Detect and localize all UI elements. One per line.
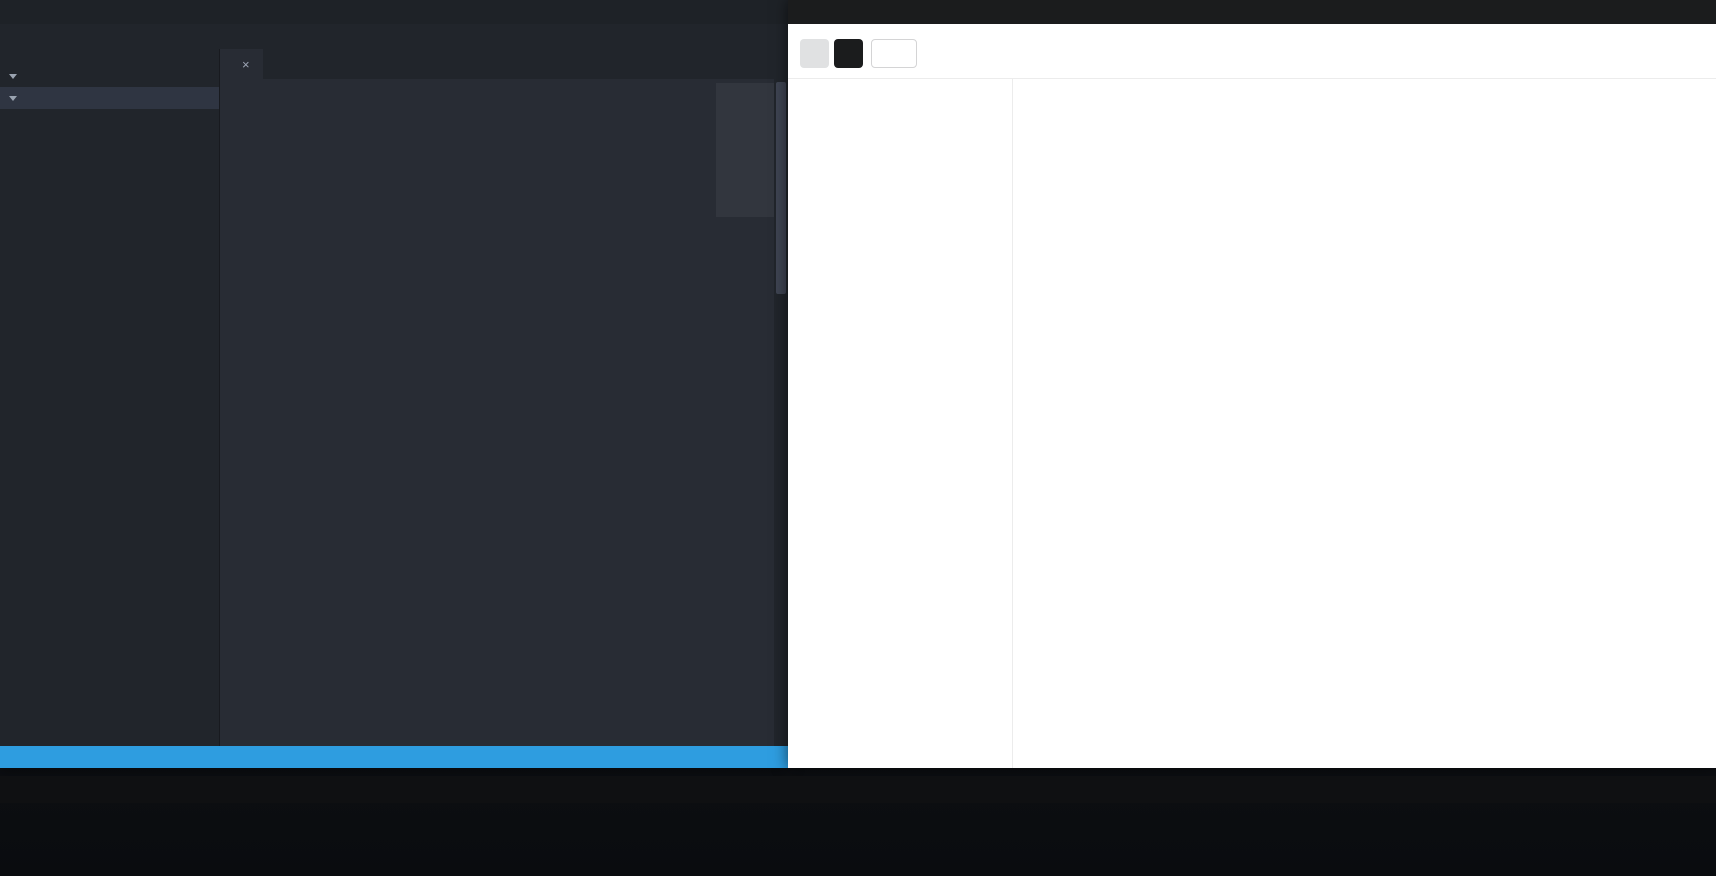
file-manager-window <box>788 0 1716 768</box>
close-icon <box>1690 8 1699 17</box>
file-icon <box>705 751 718 764</box>
list-view-button[interactable] <box>1671 46 1704 61</box>
fm-filelist <box>1013 79 1716 768</box>
line-numbers <box>220 83 272 746</box>
file-manager-window-controls <box>1624 1 1708 23</box>
minimize-icon <box>1634 8 1643 17</box>
fm-sidebar <box>788 79 1013 768</box>
notepad-statusbar <box>0 746 788 768</box>
statusbar-right <box>705 751 778 764</box>
code-editor[interactable] <box>220 79 788 746</box>
chevron-down-icon <box>1572 48 1584 60</box>
folder-icon <box>883 47 897 61</box>
dark-mode-toggle[interactable] <box>834 39 863 68</box>
grid-icon <box>1642 46 1657 61</box>
breadcrumb[interactable] <box>871 39 917 68</box>
close-button[interactable] <box>752 1 780 23</box>
close-icon <box>762 8 771 17</box>
editor-scrollbar[interactable] <box>774 79 788 746</box>
maximize-button[interactable] <box>1652 1 1680 23</box>
grid-view-button[interactable] <box>1633 46 1666 61</box>
maximize-icon <box>1662 8 1671 17</box>
app-launcher-button[interactable] <box>8 776 44 803</box>
minimize-button[interactable] <box>1624 1 1652 23</box>
chevron-down-icon <box>9 95 17 101</box>
apps-grid-icon <box>19 783 33 797</box>
notepada-logo-icon <box>8 5 23 20</box>
file-manager-logo-icon <box>796 5 811 20</box>
restore-button[interactable] <box>724 1 752 23</box>
restore-icon <box>734 8 743 17</box>
moon-icon <box>841 46 856 61</box>
notepad-sidebar <box>0 49 220 746</box>
sidebar-heading <box>0 49 219 65</box>
minimize-button[interactable] <box>696 1 724 23</box>
notepad-menubar <box>0 24 788 49</box>
tab-close-icon[interactable]: × <box>242 57 250 72</box>
minimap-viewport <box>716 83 774 217</box>
file-manager-titlebar <box>788 0 1716 24</box>
status-file <box>705 751 724 764</box>
chevron-down-icon <box>9 73 17 79</box>
close-button[interactable] <box>1680 1 1708 23</box>
scrollbar-thumb[interactable] <box>776 82 786 294</box>
tab-index-html[interactable]: × <box>220 49 263 79</box>
taskbar <box>0 776 1716 803</box>
search-button[interactable] <box>1595 46 1628 61</box>
swap-icon <box>10 751 23 764</box>
menu-button[interactable] <box>800 39 829 68</box>
workspace-section[interactable] <box>0 87 219 109</box>
minimize-icon <box>706 8 715 17</box>
notepada-window: × <box>0 0 788 768</box>
minimap[interactable] <box>716 83 774 217</box>
notepada-window-controls <box>696 1 780 23</box>
fm-toolbar-secondary <box>788 36 1716 79</box>
code-lines <box>272 83 714 746</box>
list-icon <box>1680 46 1695 61</box>
fm-toolbar <box>788 24 1716 36</box>
notepada-titlebar <box>0 0 788 24</box>
hamburger-icon <box>807 46 822 61</box>
sort-dropdown[interactable] <box>1567 48 1590 60</box>
search-icon <box>1604 46 1619 61</box>
open-editors-section[interactable] <box>0 65 219 87</box>
editor-tabbar: × <box>220 49 788 79</box>
